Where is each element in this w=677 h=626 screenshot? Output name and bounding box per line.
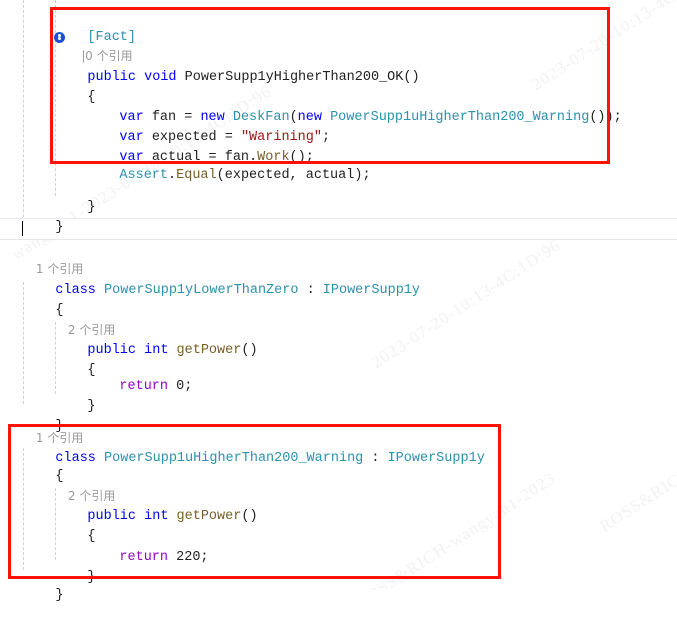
code-line-brace-open[interactable]: { — [55, 68, 95, 105]
code-line-class-higher-than-200[interactable]: class PowerSupp1uHigherThan200_Warning :… — [23, 429, 484, 466]
code-line-brace-open[interactable]: { — [23, 281, 63, 318]
assert-arguments: (expected, actual); — [216, 168, 371, 183]
code-line-brace-close-method[interactable]: } — [55, 548, 95, 585]
code-line-getpower-signature[interactable]: public int getPower() — [55, 321, 257, 358]
method-getpower: getPower — [168, 343, 242, 358]
codelens-one-reference[interactable]: 1 个引用 — [22, 241, 83, 276]
watermark-text: ROSS&RICH-wangyan1-2023 — [352, 468, 560, 590]
code-line-brace-close-method[interactable]: } — [55, 178, 95, 215]
semicolon: ; — [184, 379, 193, 394]
code-line-method-signature[interactable]: public void PowerSupp1yHigherThan200_OK(… — [55, 48, 419, 85]
text-caret — [22, 221, 23, 236]
type-warning-class: PowerSupp1uHigherThan200_Warning — [321, 110, 590, 125]
method-equal: Equal — [176, 168, 217, 183]
brace-close: } — [87, 399, 96, 414]
interface-ipowersupply: IPowerSupp1y — [322, 283, 420, 298]
codelens-two-references[interactable]: 2 个引用 — [54, 468, 115, 503]
code-line-assert[interactable]: Assert.Equal(expected, actual); — [87, 146, 370, 183]
brace-close: } — [55, 588, 64, 603]
keyword-return: return — [119, 550, 169, 565]
codelens-one-reference[interactable]: 1 个引用 — [22, 410, 83, 445]
class-name-lower-than-zero: PowerSupp1yLowerThanZero — [95, 283, 299, 298]
brace-close: } — [87, 570, 96, 585]
method-name-test: PowerSupp1yHigherThan200_OK — [184, 70, 404, 85]
current-line-highlight — [0, 218, 677, 240]
code-line-attribute[interactable]: [Fact] — [55, 8, 136, 45]
method-parens: () — [241, 509, 258, 524]
code-line-var-actual[interactable]: var actual = fan.Work(); — [87, 128, 313, 165]
interface-ipowersupply: IPowerSupp1y — [387, 451, 485, 466]
code-line-var-fan[interactable]: var fan = new DeskFan(new PowerSupp1uHig… — [87, 88, 621, 125]
watermark-text: 2023-07-20-10:13-4C:1D:96 — [368, 235, 565, 372]
test-status-icon[interactable] — [54, 32, 65, 43]
code-line-return-220[interactable]: return 220; — [87, 528, 208, 565]
class-name-warning: PowerSupp1uHigherThan200_Warning — [95, 451, 364, 466]
code-line-brace-open[interactable]: { — [55, 507, 95, 544]
paren-close: ()); — [589, 110, 622, 125]
code-line-brace-close-class[interactable]: } — [23, 198, 63, 235]
brace-close: } — [87, 200, 96, 215]
codelens-zero-references[interactable]: |0 个引用 — [68, 28, 133, 63]
codelens-two-references[interactable]: 2 个引用 — [54, 302, 115, 337]
code-line-brace-close-class[interactable]: } — [23, 566, 63, 603]
code-line-brace-open[interactable]: { — [23, 447, 63, 484]
literal-zero: 0 — [168, 379, 185, 394]
method-getpower: getPower — [168, 509, 242, 524]
inheritance-colon: : — [363, 451, 388, 466]
code-line-var-expected[interactable]: var expected = "Warining"; — [87, 108, 330, 145]
keyword-int: int — [136, 509, 169, 524]
semicolon: ; — [321, 130, 331, 145]
keyword-int: int — [136, 343, 169, 358]
watermark-text: 2023-07-20-10:13-4C:1D:96 — [528, 0, 677, 94]
method-parens: () — [241, 343, 258, 358]
code-editor-surface[interactable]: wangyan1-2023-07-20-10:13-4C:1D:96 2023-… — [0, 0, 677, 603]
semicolon: ; — [200, 550, 209, 565]
method-parens: () — [403, 70, 420, 85]
code-line-return-zero[interactable]: return 0; — [87, 357, 192, 394]
inheritance-colon: : — [298, 283, 323, 298]
keyword-void: void — [144, 70, 177, 85]
code-line-class-lower-than-zero[interactable]: class PowerSupp1yLowerThanZero : IPowerS… — [23, 261, 420, 298]
code-line-brace-close-method[interactable]: } — [55, 377, 95, 414]
keyword-return: return — [119, 379, 169, 394]
literal-220: 220 — [168, 550, 201, 565]
type-assert: Assert — [119, 168, 169, 183]
watermark-text: ROSS&RICH-wangyan1 — [596, 416, 677, 536]
dot-operator: . — [168, 168, 177, 183]
brace-close: } — [55, 220, 64, 235]
code-line-getpower-signature[interactable]: public int getPower() — [55, 487, 257, 524]
